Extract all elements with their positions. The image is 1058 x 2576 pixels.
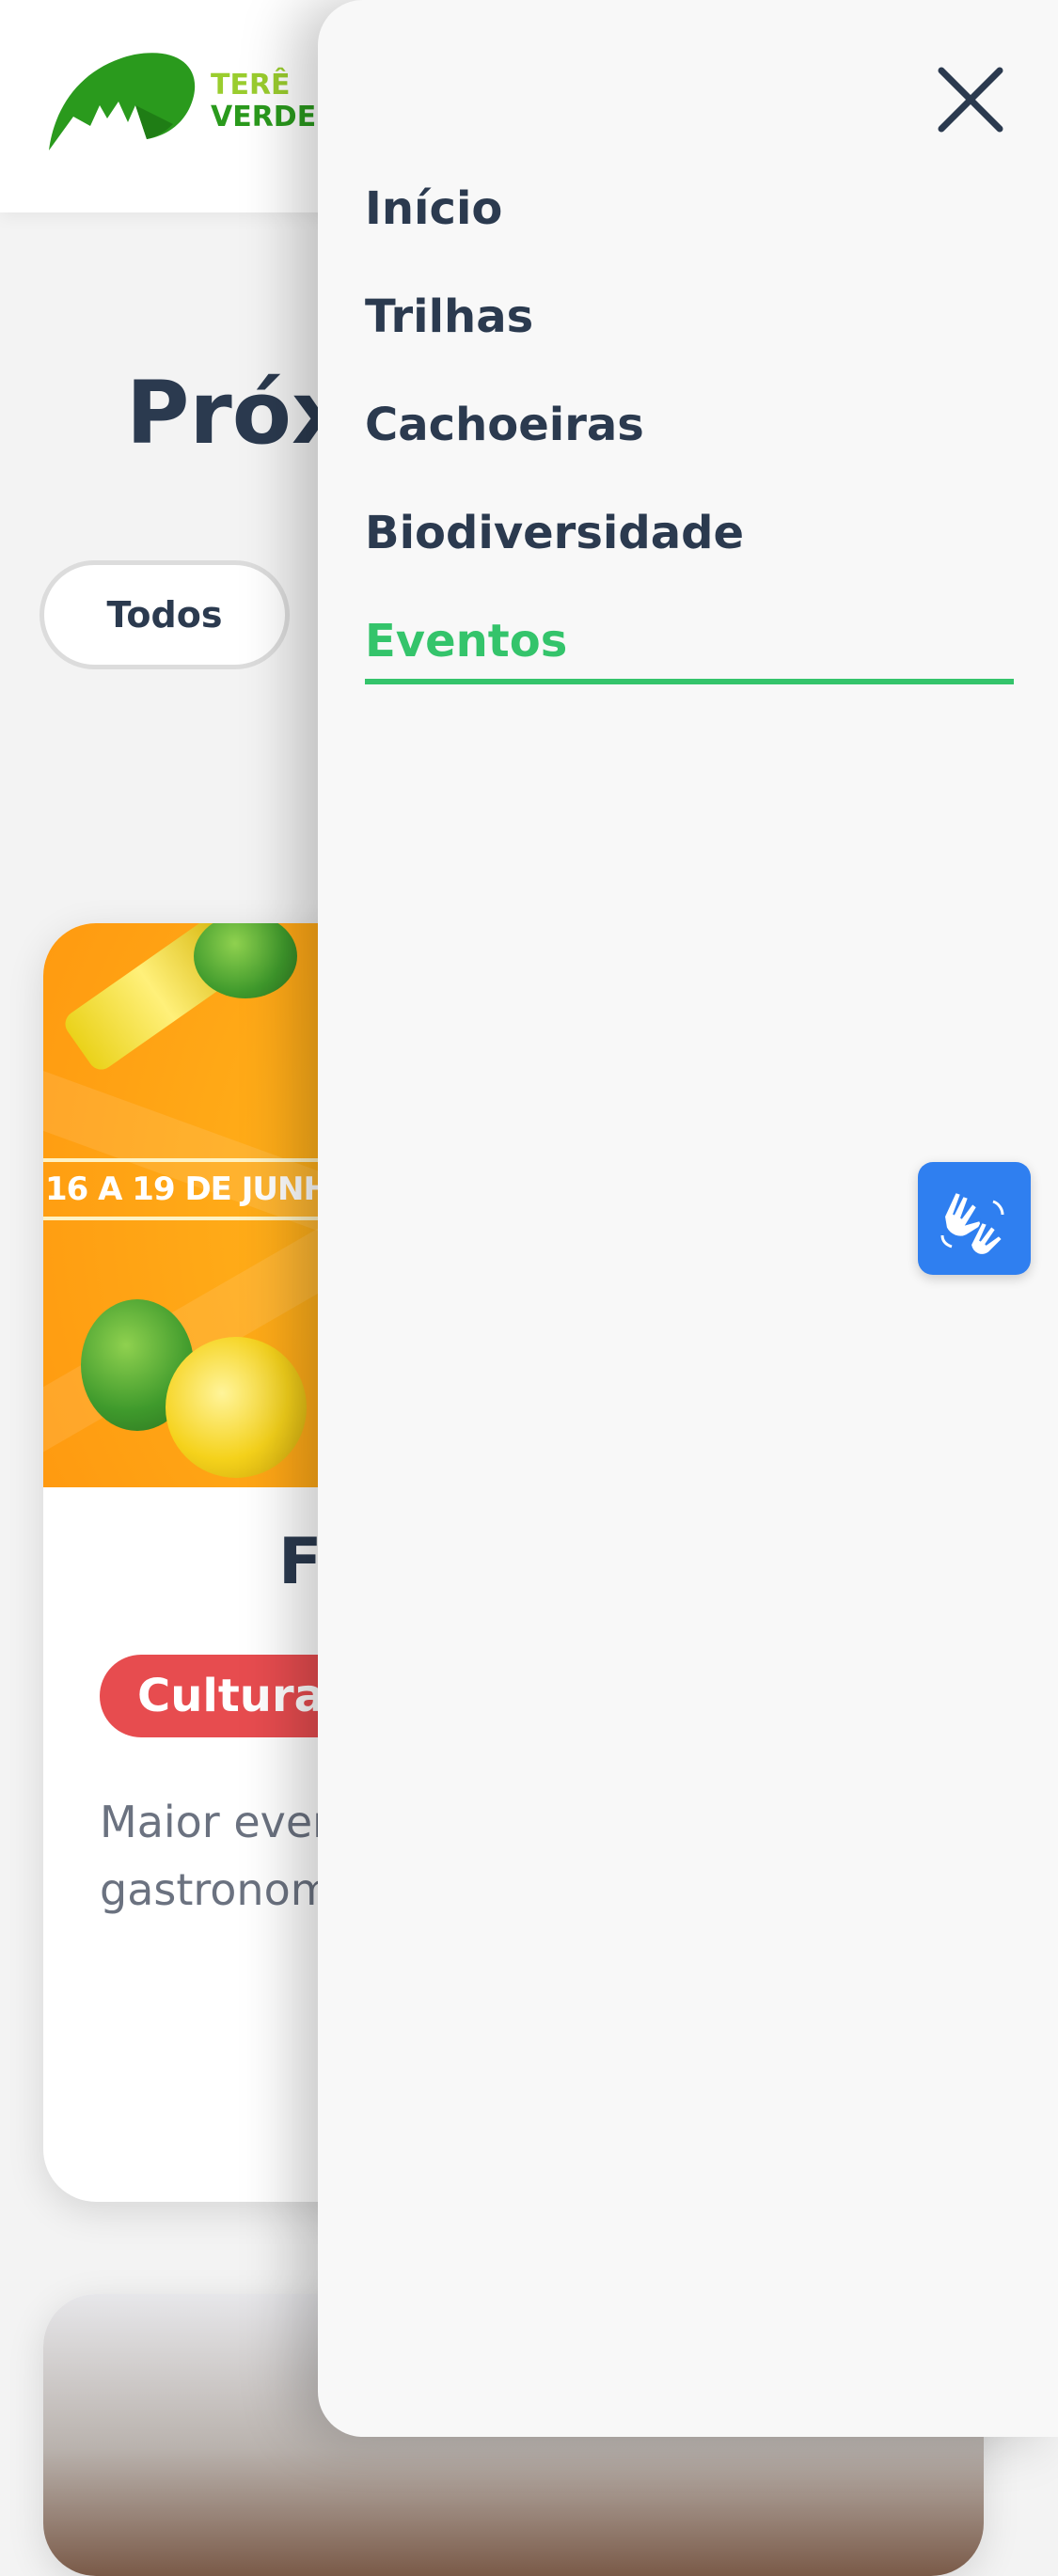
nav-item-trilhas[interactable]: Trilhas (365, 279, 1014, 387)
brand-wordmark: TERÊ VERDE (211, 70, 316, 134)
brand-line-2: VERDE (211, 101, 317, 134)
nav-item-inicio[interactable]: Início (365, 171, 1014, 279)
filter-all-button[interactable]: Todos (39, 560, 290, 669)
tere-verde-logo-icon[interactable] (45, 49, 205, 154)
sign-language-accessibility-button[interactable] (918, 1162, 1031, 1275)
close-menu-button[interactable] (925, 55, 1016, 145)
nav-item-biodiversidade[interactable]: Biodiversidade (365, 495, 1014, 604)
drawer-nav: Início Trilhas Cachoeiras Biodiversidade… (365, 171, 1014, 712)
brand-line-1: TERÊ (211, 69, 291, 102)
nav-item-eventos[interactable]: Eventos (365, 604, 1014, 712)
sign-language-hands-icon (940, 1190, 1004, 1256)
close-icon (938, 67, 1003, 133)
nav-item-cachoeiras[interactable]: Cachoeiras (365, 387, 1014, 495)
